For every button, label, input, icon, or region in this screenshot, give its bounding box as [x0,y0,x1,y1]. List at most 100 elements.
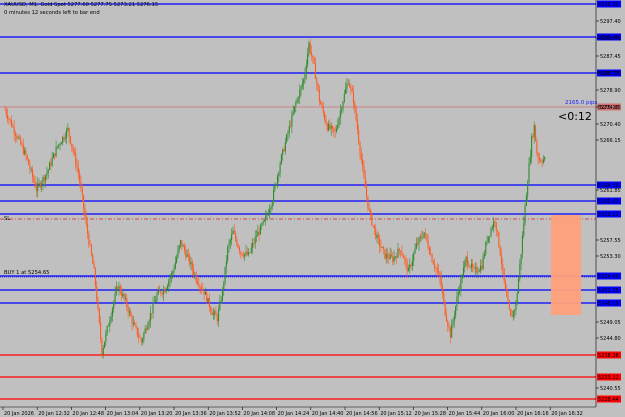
candle [153,295,155,303]
candle [62,136,64,146]
candle [346,77,348,94]
candle [237,243,239,249]
candle [138,328,140,344]
candle [48,161,51,170]
sl-label: SL [4,216,11,222]
candle [64,132,66,143]
candle [276,173,279,189]
candle [190,257,192,271]
candle [472,258,474,272]
candle [242,250,244,259]
candle [18,134,20,140]
candle [335,124,337,134]
candle [123,292,125,304]
candle [520,253,522,271]
candle [68,127,70,143]
time-tick-label: 20 Jan 14:08 [243,411,275,417]
candle [16,132,18,143]
candle [423,232,425,239]
candle [223,280,225,297]
price-tick-label: 5257.55 [600,238,621,244]
candle [328,120,330,132]
chart-canvas[interactable]: 5299.955291.485282.775264.385260.635256.… [0,0,625,417]
candle [81,183,83,202]
candle [312,55,314,64]
candle [503,267,505,284]
time-tick-label: 20 Jan 16:16 [517,411,549,417]
candle [72,144,74,156]
candle [396,252,398,264]
candle [456,289,458,311]
candle [165,287,167,295]
candle [462,260,465,278]
candle [83,194,85,216]
candle [14,130,17,143]
candle [394,255,396,260]
candle [63,133,65,143]
candle [55,140,57,158]
candle [148,319,150,330]
candle [172,270,174,280]
candle [317,82,319,92]
candle [449,326,451,344]
candle [532,133,534,140]
candle [24,146,26,156]
candle [94,266,96,291]
price-tick-label: 5274.65 [600,105,621,111]
candle [445,308,448,322]
candle [8,116,10,125]
candle [140,336,142,346]
candle [384,249,386,260]
candle [118,281,120,296]
candle [235,230,237,242]
candle [482,252,484,271]
candle [359,140,361,160]
candle [485,240,487,257]
price-chart[interactable]: 5299.95 5291.48 5282.77 5264.38 5260.63 5256.… [0,0,625,417]
candle [440,270,442,290]
price-tick-label: 5283.15 [600,71,621,77]
candle [121,285,123,301]
candle [322,101,324,117]
candle [269,203,271,219]
candle [468,260,470,268]
candle [33,173,35,184]
candle [84,203,86,220]
candle [536,137,538,156]
candle [493,216,495,233]
candle [204,287,206,295]
candle [331,124,334,133]
time-tick-label: 20 Jan 2026 [4,411,34,417]
candle [102,344,104,359]
price-tick-label: 5293.15 [600,36,621,42]
candle [308,40,310,57]
candle [424,228,427,240]
candle [132,316,134,328]
candle [144,325,146,334]
target-zone[interactable] [551,215,581,315]
candle [506,284,508,298]
candles [4,39,546,359]
candle [186,248,188,258]
candle [39,180,41,190]
candle [28,158,30,166]
candle [31,165,34,183]
candle [380,239,382,252]
candle [176,254,178,265]
candle [195,271,197,285]
candle [363,160,365,179]
candle [258,227,260,242]
candle [295,100,297,113]
candle [219,294,221,312]
candle [406,258,408,278]
level-price-text: 5251.35 [598,288,619,294]
candle [240,250,242,259]
candle [389,247,391,260]
candle [379,234,381,254]
candle [98,307,100,325]
candle [151,313,153,320]
candle [273,185,275,206]
candle [358,124,360,146]
candle [177,244,179,259]
candle [521,231,523,259]
